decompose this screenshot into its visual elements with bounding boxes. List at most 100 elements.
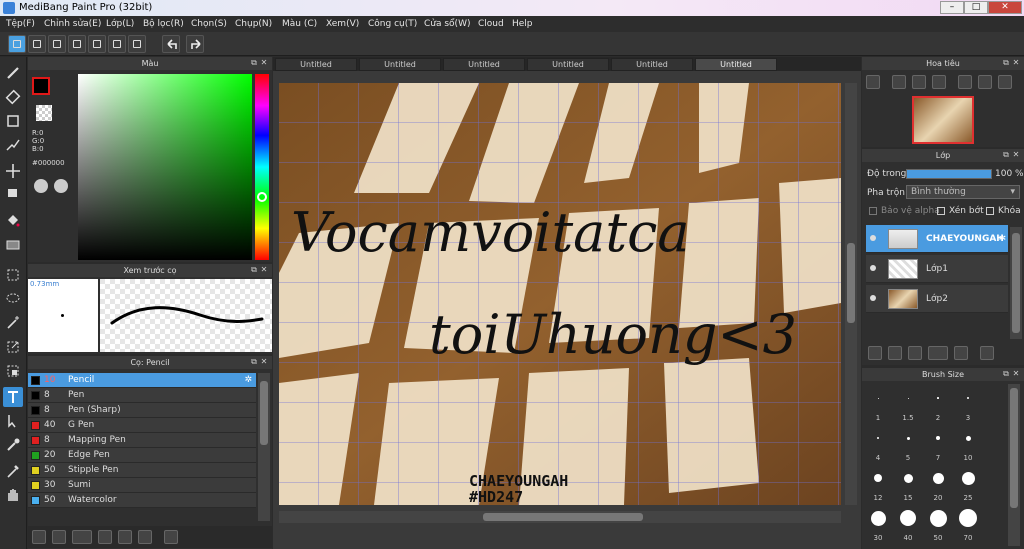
chat-icon[interactable]: [68, 35, 86, 53]
visibility-icon[interactable]: [870, 235, 876, 241]
brush-size-scrollbar[interactable]: [1008, 384, 1020, 546]
tab-untitled-4[interactable]: Untitled: [527, 58, 609, 71]
canvas-vscroll[interactable]: [845, 83, 857, 505]
line-tool-icon[interactable]: [3, 135, 23, 155]
hue-slider[interactable]: [255, 74, 269, 260]
eyedropper-tool-icon[interactable]: [3, 461, 23, 481]
magic-wand-tool-icon[interactable]: [3, 313, 23, 333]
popout-icon[interactable]: ⧉: [1002, 59, 1010, 67]
tiles-icon[interactable]: [128, 35, 146, 53]
bucket-tool-icon[interactable]: [3, 211, 23, 231]
canvas-hscroll[interactable]: [279, 511, 841, 523]
folder-icon[interactable]: [118, 530, 132, 544]
folder-icon[interactable]: [954, 346, 968, 360]
cloud-icon[interactable]: [8, 35, 26, 53]
select-rect-tool-icon[interactable]: [3, 265, 23, 285]
move-tool-icon[interactable]: [3, 161, 23, 181]
brush-size-option[interactable]: 1.5: [894, 384, 922, 422]
close-button[interactable]: ✕: [988, 1, 1022, 14]
cloud-brush-icon[interactable]: [32, 530, 46, 544]
popout-icon[interactable]: ⧉: [250, 266, 258, 274]
background-color-swatch[interactable]: [36, 105, 52, 121]
fit-icon[interactable]: [912, 75, 926, 89]
zoom-out-icon[interactable]: [892, 75, 906, 89]
popout-icon[interactable]: ⧉: [1002, 151, 1010, 159]
tab-untitled-5[interactable]: Untitled: [611, 58, 693, 71]
close-panel-icon[interactable]: ✕: [1012, 59, 1020, 67]
operation-tool-icon[interactable]: [3, 411, 23, 431]
menu-layer[interactable]: Lớp(L): [106, 16, 134, 32]
brush-item[interactable]: 10 Pencil ✲: [28, 373, 256, 388]
brush-item[interactable]: 20 Edge Pen: [28, 448, 256, 463]
select-eraser-tool-icon[interactable]: [3, 361, 23, 381]
eraser-tool-icon[interactable]: [3, 87, 23, 107]
comment-icon[interactable]: [48, 35, 66, 53]
menu-edit[interactable]: Chỉnh sửa(E): [44, 16, 101, 32]
visibility-icon[interactable]: [870, 295, 876, 301]
brush-size-option[interactable]: 25: [954, 464, 982, 502]
lock-checkbox[interactable]: [986, 207, 994, 215]
select-pen-tool-icon[interactable]: [3, 337, 23, 357]
grid-icon[interactable]: [108, 35, 126, 53]
close-panel-icon[interactable]: ✕: [260, 59, 268, 67]
scroll-thumb[interactable]: [260, 381, 268, 445]
shape-tool-icon[interactable]: [3, 111, 23, 131]
blend-mode-select[interactable]: Bình thường ▾: [906, 185, 1020, 199]
new-layer-8bit-icon[interactable]: [888, 346, 902, 360]
share-icon[interactable]: [28, 35, 46, 53]
opacity-slider[interactable]: [906, 169, 992, 179]
lasso-tool-icon[interactable]: [3, 289, 23, 309]
tab-untitled-2[interactable]: Untitled: [359, 58, 441, 71]
brush-size-option[interactable]: 30: [864, 504, 892, 542]
layer-list-scrollbar[interactable]: [1010, 227, 1022, 339]
rotate-left-icon[interactable]: [958, 75, 972, 89]
close-panel-icon[interactable]: ✕: [1012, 151, 1020, 159]
brush-item[interactable]: 50 Watercolor: [28, 493, 256, 508]
document-icon[interactable]: [88, 35, 106, 53]
duplicate-icon[interactable]: [138, 530, 152, 544]
palette-icon[interactable]: [34, 179, 48, 193]
brush-size-option[interactable]: 50: [924, 504, 952, 542]
redo-button[interactable]: [186, 35, 204, 53]
popout-icon[interactable]: ⧉: [250, 358, 258, 366]
menu-cloud[interactable]: Cloud: [478, 16, 504, 32]
brush-size-option[interactable]: 10: [954, 424, 982, 462]
brush-tool-icon[interactable]: [3, 63, 23, 83]
new-layer-icon[interactable]: [868, 346, 882, 360]
hue-handle[interactable]: [257, 192, 267, 202]
brush-size-option[interactable]: 40: [894, 504, 922, 542]
close-panel-icon[interactable]: ✕: [260, 358, 268, 366]
add-layer-menu-icon[interactable]: [928, 346, 948, 360]
popout-icon[interactable]: ⧉: [250, 59, 258, 67]
trash-icon[interactable]: [164, 530, 178, 544]
foreground-color-swatch[interactable]: [32, 77, 50, 95]
clipping-checkbox[interactable]: [937, 207, 945, 215]
minimize-button[interactable]: –: [940, 1, 964, 14]
brush-item[interactable]: 30 Sumi: [28, 478, 256, 493]
brush-item[interactable]: 8 Mapping Pen: [28, 433, 256, 448]
visibility-icon[interactable]: [870, 265, 876, 271]
brush-item[interactable]: 40 G Pen: [28, 418, 256, 433]
menu-view[interactable]: Xem(V): [326, 16, 359, 32]
add-brush-icon[interactable]: [72, 530, 92, 544]
brush-size-option[interactable]: 7: [924, 424, 952, 462]
brush-size-option[interactable]: 12: [864, 464, 892, 502]
hand-tool-icon[interactable]: [3, 485, 23, 505]
text-tool-icon[interactable]: [3, 387, 23, 407]
menu-select[interactable]: Chọn(S): [191, 16, 227, 32]
layer-row[interactable]: Lớp2: [866, 285, 1008, 313]
brush-size-option[interactable]: 15: [894, 464, 922, 502]
brush-size-option[interactable]: 5: [894, 424, 922, 462]
menu-tools[interactable]: Công cụ(T): [368, 16, 417, 32]
brush-size-option[interactable]: 4: [864, 424, 892, 462]
popout-icon[interactable]: ⧉: [1002, 370, 1010, 378]
brush-size-option[interactable]: 1: [864, 384, 892, 422]
brush-size-option[interactable]: 3: [954, 384, 982, 422]
brush-item[interactable]: 50 Stipple Pen: [28, 463, 256, 478]
dropper-tool-icon[interactable]: [3, 435, 23, 455]
brush-size-option[interactable]: 20: [924, 464, 952, 502]
close-panel-icon[interactable]: ✕: [260, 266, 268, 274]
brush-item[interactable]: 8 Pen (Sharp): [28, 403, 256, 418]
menu-window[interactable]: Cửa sổ(W): [424, 16, 470, 32]
brush-size-option[interactable]: 70: [954, 504, 982, 542]
